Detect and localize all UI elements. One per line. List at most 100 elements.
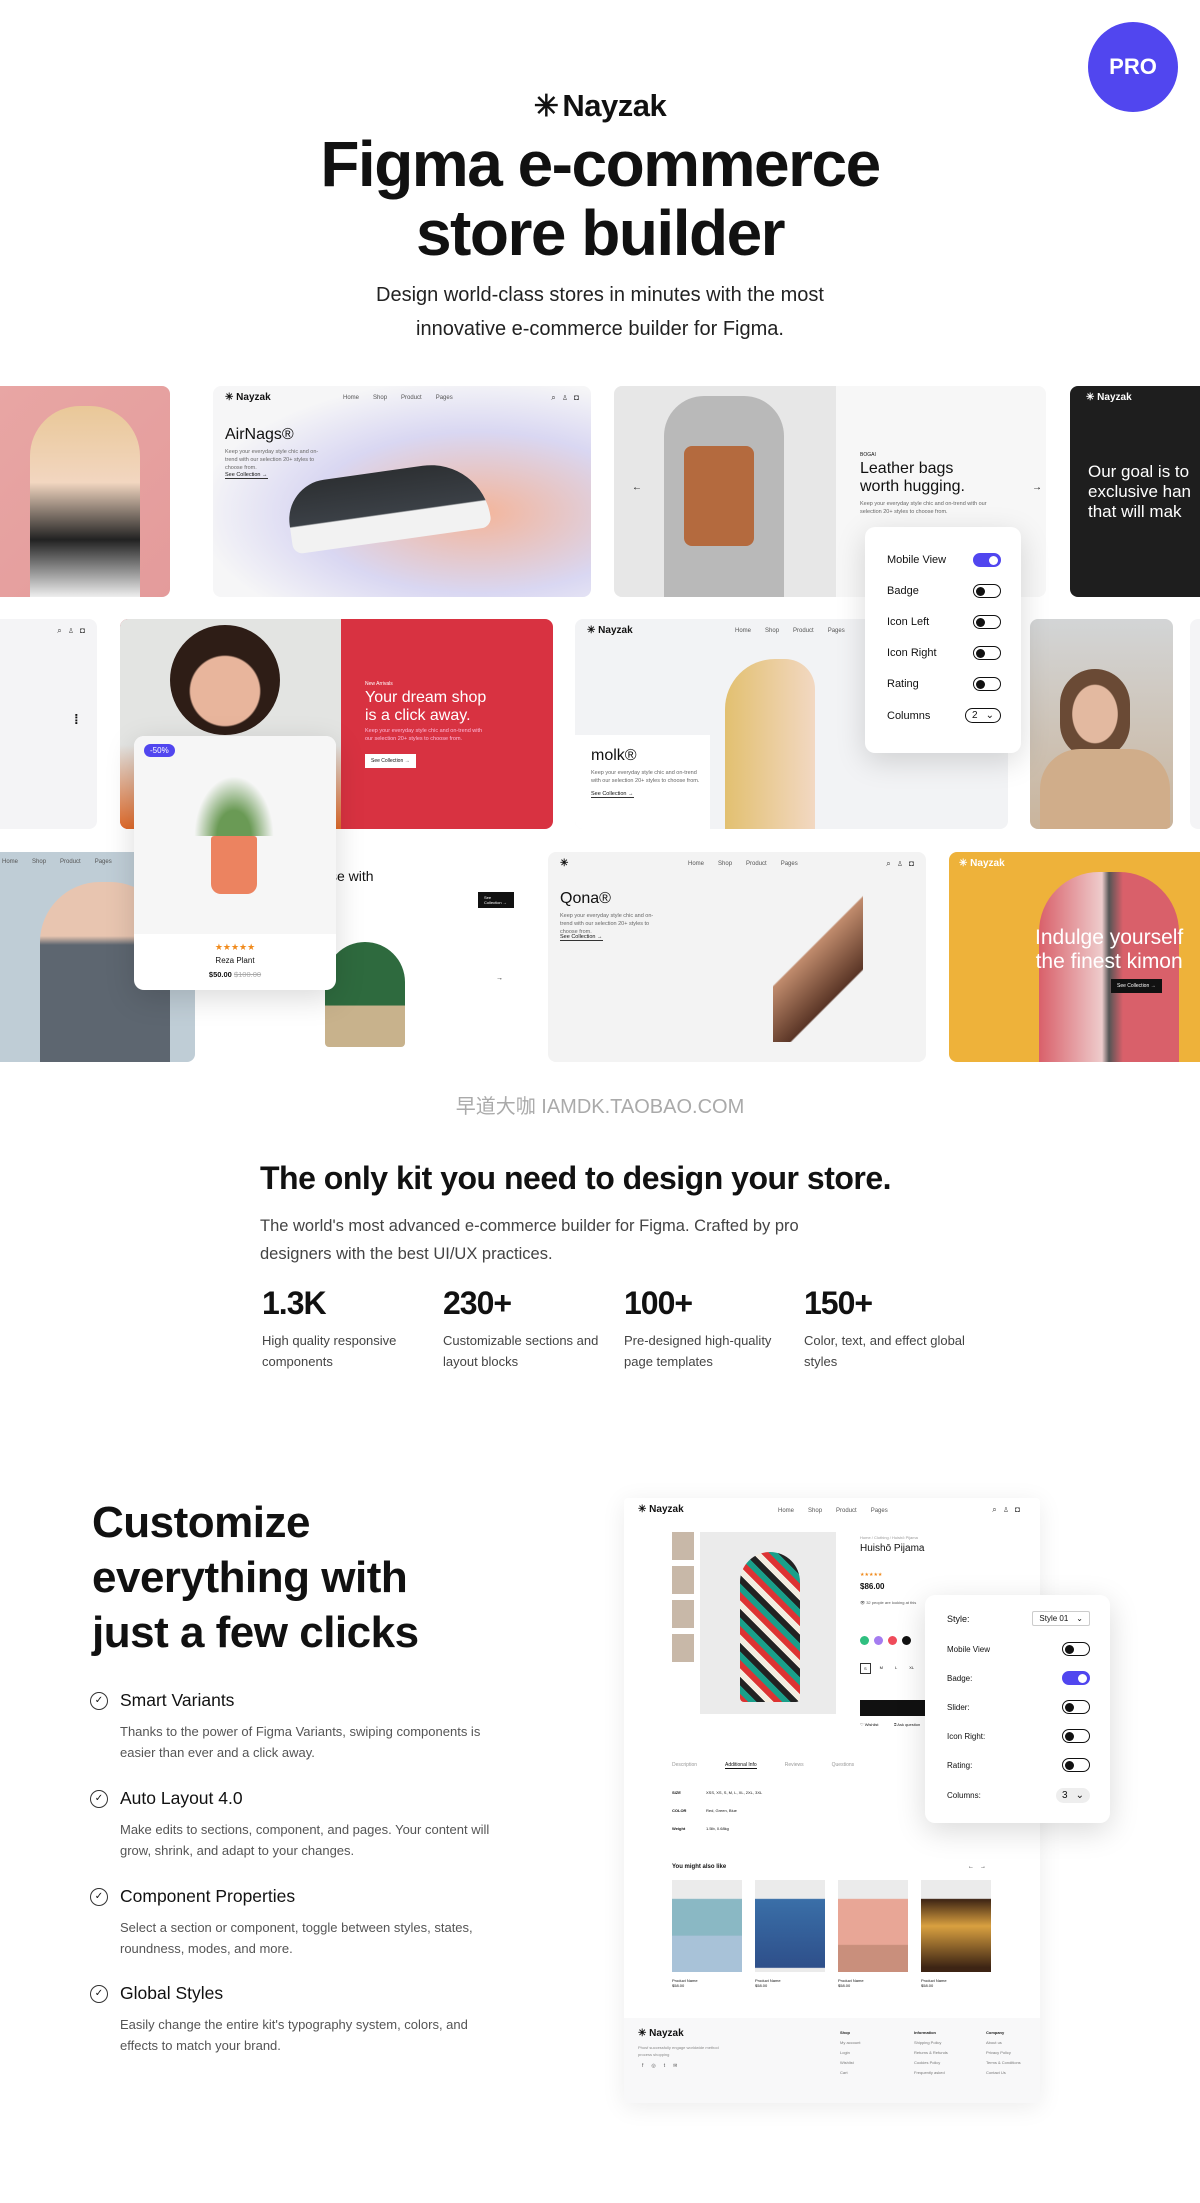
toggle-switch[interactable] — [973, 677, 1001, 691]
toggle-switch[interactable] — [1062, 1700, 1090, 1714]
size-options[interactable]: S M L XL — [860, 1663, 917, 1674]
prev-arrow-icon[interactable]: ← — [632, 482, 642, 493]
hero-title-line: Figma e-commerce — [320, 128, 881, 200]
card-title: se with — [330, 868, 374, 884]
chevron-down-icon: ⌄ — [1076, 1614, 1083, 1623]
settings-panel-2: Style: Style 01 ⌄ Mobile View Badge: Slide… — [925, 1595, 1110, 1823]
card-right-partial — [1190, 619, 1200, 829]
color-swatches[interactable] — [860, 1636, 911, 1645]
card-title: Your dream shop is a click away. — [365, 689, 487, 724]
check-circle-icon: ✓ — [90, 1888, 108, 1906]
check-circle-icon: ✓ — [90, 1985, 108, 2003]
kit-desc: The world's most advanced e-commerce bui… — [260, 1217, 799, 1263]
color-swatch[interactable] — [902, 1636, 911, 1645]
card-dark: ✳ Nayzak Our goal is to exclusive han that… — [1070, 386, 1200, 597]
succulent-image — [325, 942, 405, 1047]
card-airnags[interactable]: ✳ Nayzak Home Shop Product Pages ⌕♙◘ AirNag… — [213, 386, 591, 597]
related-title: You might also like — [672, 1864, 727, 1870]
card-qona[interactable]: ✳ Home Shop Product Pages ⌕♙◘ Qona® Keep yo… — [548, 852, 926, 1062]
product-image — [700, 1532, 836, 1714]
setting-row: Style: Style 01 ⌄ — [947, 1611, 1090, 1626]
header-icons: ⌕♙◘ — [551, 393, 585, 402]
plant-pot-image — [211, 836, 257, 894]
related-product: Product Name $58.00 — [672, 1880, 742, 1988]
color-swatch[interactable] — [874, 1636, 883, 1645]
footer-col: Shop My account Login Wishlist Cart — [840, 2030, 861, 2075]
card-logo: ✳ Nayzak — [225, 392, 271, 403]
stat: 1.3K High quality responsive components — [262, 1285, 397, 1369]
card-title: Our goal is to exclusive han that will mak — [1088, 462, 1192, 521]
toggle-switch[interactable] — [1062, 1729, 1090, 1743]
chevron-down-icon: ⌄ — [1075, 1790, 1084, 1801]
molk-textbox: molk® Keep your everyday style chic and … — [575, 735, 710, 829]
social-icons[interactable]: f◎t✉ — [642, 2063, 685, 2069]
see-collection-button[interactable]: See Collection → — [478, 892, 514, 908]
related-product: Product Name $58.00 — [755, 1880, 825, 1988]
see-collection-button[interactable]: See Collection → — [365, 754, 416, 768]
product-card-popup[interactable]: -50% ★★★★★ Reza Plant $50.00 $100.00 — [134, 736, 336, 990]
check-circle-icon: ✓ — [90, 1692, 108, 1710]
style-select[interactable]: Style 01 ⌄ — [1032, 1611, 1090, 1626]
toggle-switch[interactable] — [973, 553, 1001, 567]
ask-question-link[interactable]: ⍰ Ask question — [894, 1722, 920, 1727]
brand-name: Nayzak — [562, 88, 667, 123]
color-swatch[interactable] — [888, 1636, 897, 1645]
kit-title: The only kit you need to design your sto… — [260, 1160, 892, 1196]
check-circle-icon: ✓ — [90, 1790, 108, 1808]
rating-stars: ★★★★★ — [860, 1572, 883, 1578]
chevron-down-icon: ⌄ — [985, 710, 994, 721]
card-nav: Home Shop Product Pages — [688, 861, 798, 867]
portrait-image — [30, 406, 140, 597]
carousel-arrows[interactable]: ←→ — [968, 1864, 992, 1870]
next-arrow-icon[interactable]: → — [1032, 482, 1042, 493]
card-pink-portrait — [0, 386, 170, 597]
feature-item: ✓ Auto Layout 4.0 Make edits to sections, … — [90, 1788, 490, 1861]
see-collection-link[interactable]: See Collection → — [591, 791, 634, 798]
card-eyebrow: New Arrivals — [365, 681, 393, 687]
next-arrow-icon[interactable]: → — [496, 975, 503, 982]
toggle-switch[interactable] — [973, 615, 1001, 629]
header-icons: ⌕♙◘ — [992, 1505, 1026, 1514]
see-collection-link[interactable]: See Collection → — [560, 934, 603, 941]
wishlist-link[interactable]: ♡ Wishlist — [860, 1722, 878, 1727]
card-desc: Keep your everyday style chic and on-tre… — [560, 913, 654, 935]
toggle-switch[interactable] — [1062, 1671, 1090, 1685]
product-title: Huishō Pijama — [860, 1543, 925, 1554]
backpack-image — [614, 386, 836, 597]
breadcrumb[interactable]: Home / Clothing / Huishō Pijama — [860, 1535, 918, 1540]
card-logo: ✳ Nayzak — [638, 1504, 684, 1515]
columns-select[interactable]: 2 ⌄ — [965, 708, 1001, 723]
toggle-switch[interactable] — [1062, 1758, 1090, 1772]
see-collection-button[interactable]: See Collection → — [1111, 979, 1162, 993]
card-kimono[interactable]: ✳ Nayzak Indulge yourself the finest kimo… — [949, 852, 1200, 1062]
card-title: Qona® — [560, 890, 611, 907]
product-tabs[interactable]: Description Additional Info Reviews Questio… — [672, 1762, 854, 1769]
columns-select[interactable]: 3 ⌄ — [1056, 1788, 1090, 1803]
card-nav: Home Shop Product Pages — [735, 628, 845, 634]
subtitle-line: Design world-class stores in minutes wit… — [376, 284, 824, 306]
subtitle-line: innovative e-commerce builder for Figma. — [416, 318, 784, 340]
setting-row: Columns 2 ⌄ — [887, 708, 1001, 723]
product-price: $50.00 $100.00 — [208, 970, 262, 979]
card-eyebrow: BOGAI — [860, 452, 876, 458]
feature-item: ✓ Component Properties Select a section or… — [90, 1886, 490, 1959]
related-products[interactable]: Product Name $58.00 Product Name $58.00 Pr… — [672, 1880, 991, 1988]
color-swatch[interactable] — [860, 1636, 869, 1645]
hero-title: Figma e-commerce store builder — [0, 130, 1200, 268]
hero-subtitle: Design world-class stores in minutes wit… — [0, 278, 1200, 346]
toggle-switch[interactable] — [1062, 1642, 1090, 1656]
card-desc: Keep your everyday style chic and on-tre… — [860, 501, 987, 515]
see-collection-link[interactable]: See Collection → — [225, 472, 268, 479]
model-image — [725, 659, 815, 829]
thumbnail-list[interactable] — [672, 1532, 694, 1662]
toggle-switch[interactable] — [973, 646, 1001, 660]
asterisk-logo-icon: ✳ — [533, 90, 559, 123]
card-logo: ✳ — [560, 858, 569, 869]
setting-row: Columns: 3 ⌄ — [947, 1788, 1090, 1803]
footer: ✳ Nayzak Phosf successfully engage world… — [624, 2018, 1040, 2103]
feature-item: ✓ Global Styles Easily change the entire k… — [90, 1983, 490, 2056]
setting-row: Icon Left — [887, 615, 1001, 629]
toggle-switch[interactable] — [973, 584, 1001, 598]
stat: 150+ Color, text, and effect global style… — [804, 1285, 965, 1369]
footer-logo: ✳ Nayzak — [638, 2028, 684, 2039]
